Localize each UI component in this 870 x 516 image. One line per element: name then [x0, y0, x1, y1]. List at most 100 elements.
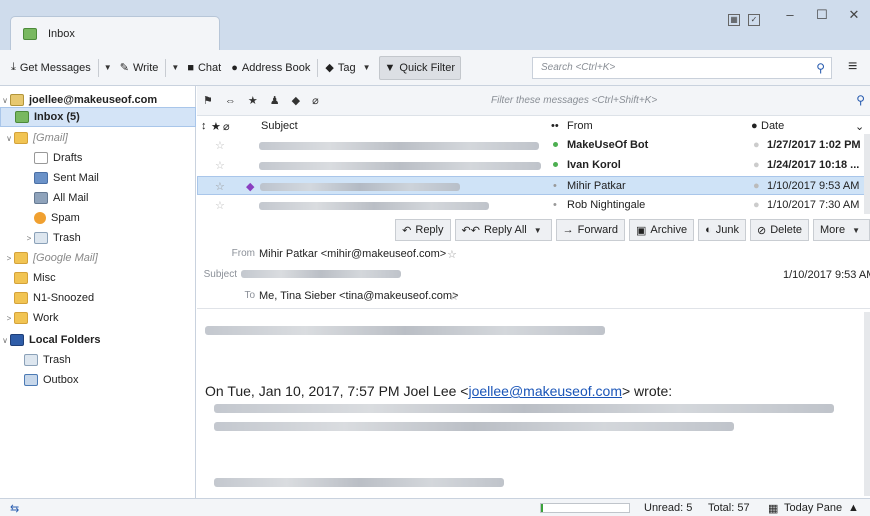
from-column-header[interactable]: From	[567, 120, 593, 132]
address-book-button[interactable]: ● Address Book	[226, 56, 315, 80]
table-row[interactable]: ☆ MakeUseOf Bot ● 1/27/2017 1:02 PM	[197, 136, 870, 155]
sort-icon[interactable]: ⌄	[855, 120, 864, 133]
folder-gmail[interactable]: ∨ [Gmail]	[0, 128, 196, 148]
folder-local-trash[interactable]: Trash	[0, 350, 196, 370]
sent-icon	[34, 172, 48, 184]
search-icon[interactable]: ⚲	[816, 61, 825, 75]
junk-column-icon[interactable]: ●	[751, 120, 758, 132]
reply-all-button[interactable]: ↶↶ Reply All ▼	[454, 219, 552, 241]
folder-label: Misc	[33, 272, 56, 284]
subject-value-redacted	[241, 269, 401, 281]
unread-filter-icon[interactable]: ⇔	[225, 95, 236, 107]
pin-icon[interactable]: ⚑	[203, 94, 213, 107]
local-folders-row[interactable]: ∨ Local Folders	[0, 330, 196, 350]
reply-button[interactable]: ↶ Reply	[395, 219, 451, 241]
folder-sent-mail[interactable]: Sent Mail	[0, 168, 196, 188]
contact-icon[interactable]: ♟	[270, 94, 280, 107]
star-icon[interactable]: ☆	[215, 159, 225, 172]
junk-button[interactable]: ◐ Junk	[698, 219, 746, 241]
maximize-button[interactable]: ☐	[808, 4, 836, 26]
filter-messages-input[interactable]: Filter these messages <Ctrl+Shift+K> ⚲	[487, 91, 865, 111]
junk-status-icon[interactable]: ●	[753, 199, 760, 211]
chevron-down-icon[interactable]: ▼	[531, 226, 545, 235]
get-messages-dropdown[interactable]: ▼	[101, 63, 115, 72]
archive-button[interactable]: ▣ Archive	[629, 219, 695, 241]
table-row-selected[interactable]: ☆ ◆ • Mihir Patkar ● 1/10/2017 9:53 AM	[197, 176, 870, 195]
star-icon[interactable]: ☆	[449, 290, 459, 303]
junk-status-icon[interactable]: ●	[753, 159, 760, 171]
folder-icon	[14, 312, 28, 324]
star-icon[interactable]: ☆	[215, 180, 225, 193]
divider	[97, 58, 99, 77]
to-value[interactable]: Me, Tina Sieber <tina@makeuseof.com>	[259, 290, 459, 302]
read-column-icon[interactable]: ••	[551, 120, 559, 132]
chat-button[interactable]: ■ Chat	[182, 56, 226, 80]
folder-label: Trash	[53, 232, 81, 244]
star-icon[interactable]: ☆	[215, 199, 225, 212]
close-button[interactable]: ✕	[840, 4, 868, 26]
attachment-column-icon[interactable]: ⌀	[223, 120, 230, 133]
table-row[interactable]: ☆ • Rob Nightingale ● 1/10/2017 7:30 AM	[197, 196, 870, 215]
body-redacted-line	[205, 326, 605, 338]
online-status-icon[interactable]: ⇆	[10, 502, 19, 515]
from-value[interactable]: Mihir Patkar <mihir@makeuseof.com>	[259, 248, 446, 260]
tag-icon[interactable]: ◆	[292, 94, 300, 107]
date-column-header[interactable]: Date	[761, 120, 784, 132]
junk-status-icon[interactable]: ●	[753, 139, 760, 151]
account-label: joellee@makeuseof.com	[29, 94, 158, 106]
write-dropdown[interactable]: ▼	[168, 63, 182, 72]
twisty-icon[interactable]: ∨	[0, 96, 10, 105]
quote-email-link[interactable]: joellee@makeuseof.com	[468, 383, 622, 399]
tasks-icon[interactable]: ✓	[748, 14, 760, 26]
folder-n1-snoozed[interactable]: N1-Snoozed	[0, 288, 196, 308]
thread-column-icon[interactable]: ↕	[201, 120, 207, 132]
junk-status-icon[interactable]: ●	[753, 180, 760, 192]
search-input[interactable]: Search <Ctrl+K> ⚲	[532, 57, 832, 79]
minimize-button[interactable]: –	[776, 4, 804, 26]
body-redacted-line	[214, 422, 734, 434]
delete-button[interactable]: ⊘ Delete	[750, 219, 810, 241]
folder-icon	[14, 132, 28, 144]
message-scrollbar[interactable]	[864, 312, 870, 496]
spam-icon	[34, 212, 46, 224]
twisty-icon[interactable]: >	[4, 254, 14, 263]
twisty-icon[interactable]: ∨	[4, 134, 14, 143]
calendar-icon[interactable]: ▦	[728, 14, 740, 26]
folder-misc[interactable]: Misc	[0, 268, 196, 288]
tag-button[interactable]: ◆ Tag ▼	[320, 56, 378, 80]
folder-inbox[interactable]: Inbox (5)	[0, 107, 196, 127]
folder-spam[interactable]: Spam	[0, 208, 196, 228]
folder-drafts[interactable]: Drafts	[0, 148, 196, 168]
read-dot-icon[interactable]: •	[553, 199, 557, 211]
table-row[interactable]: ☆ Ivan Korol ● 1/24/2017 10:18 ...	[197, 156, 870, 175]
twisty-icon[interactable]: >	[4, 314, 14, 323]
star-column-icon[interactable]: ★	[211, 120, 221, 133]
read-dot-icon[interactable]: •	[553, 180, 557, 192]
from-header: From Mihir Patkar <mihir@makeuseof.com> …	[197, 248, 870, 264]
folder-all-mail[interactable]: All Mail	[0, 188, 196, 208]
twisty-icon[interactable]: >	[24, 234, 34, 243]
twisty-icon[interactable]: ∨	[0, 336, 10, 345]
star-icon[interactable]: ☆	[215, 139, 225, 152]
attachment-icon[interactable]: ⌀	[312, 94, 319, 107]
folder-google-mail[interactable]: > [Google Mail]	[0, 248, 196, 268]
thread-scrollbar[interactable]	[864, 134, 870, 214]
folder-work[interactable]: > Work	[0, 308, 196, 328]
folder-gmail-trash[interactable]: > Trash	[0, 228, 196, 248]
quick-filter-button[interactable]: ▼ Quick Filter	[378, 55, 462, 80]
subject-column-header[interactable]: Subject	[261, 120, 298, 132]
get-messages-button[interactable]: ⤓ Get Messages	[6, 56, 96, 80]
tab-inbox[interactable]: Inbox	[10, 16, 220, 50]
star-icon[interactable]: ☆	[447, 248, 457, 261]
folder-outbox[interactable]: Outbox	[0, 370, 196, 390]
today-pane-icon[interactable]: ▦	[768, 502, 778, 515]
search-icon[interactable]: ⚲	[856, 93, 865, 107]
more-button[interactable]: More ▼	[813, 219, 870, 241]
star-icon[interactable]: ★	[248, 94, 258, 107]
today-pane-toggle[interactable]: Today Pane	[784, 502, 842, 514]
chevron-up-icon[interactable]: ▲	[848, 502, 859, 514]
hamburger-menu-icon[interactable]: ≡	[848, 58, 857, 76]
write-button[interactable]: ✎ Write	[115, 56, 164, 80]
forward-button[interactable]: → Forward	[555, 219, 625, 241]
to-label: To	[244, 290, 255, 301]
